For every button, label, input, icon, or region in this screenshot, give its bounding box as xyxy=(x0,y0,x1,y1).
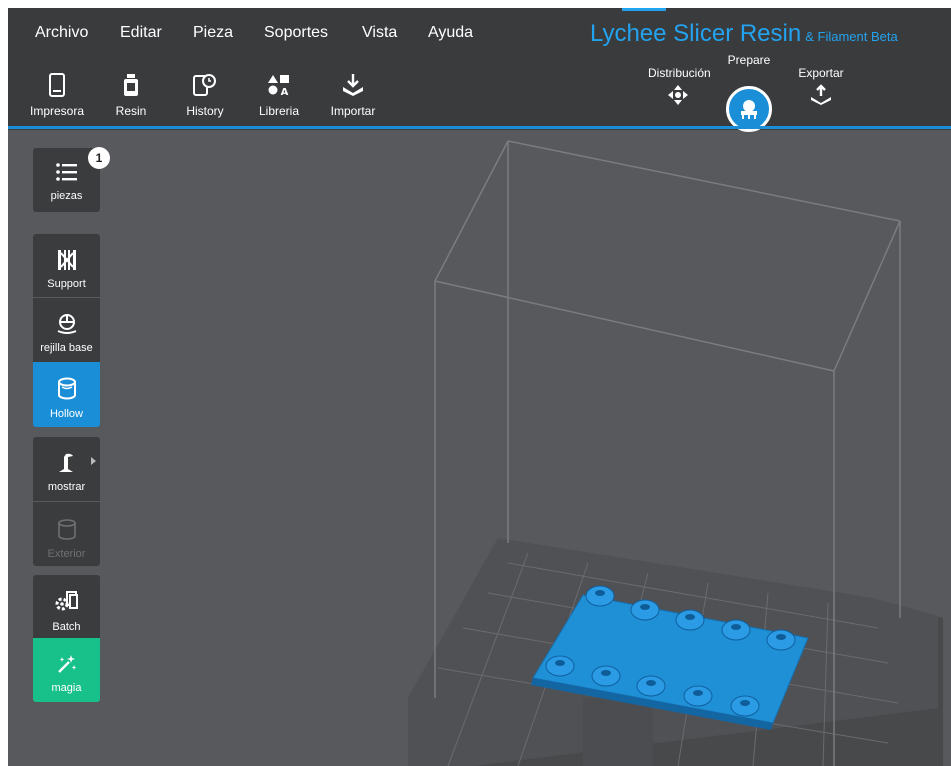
menu-pieza[interactable]: Pieza xyxy=(193,24,233,42)
exterior-button[interactable]: Exterior xyxy=(33,502,100,566)
printer-icon xyxy=(22,68,92,102)
rejilla-base-label: rejilla base xyxy=(40,342,93,354)
mostrar-label: mostrar xyxy=(47,481,86,493)
piezas-label: piezas xyxy=(50,190,83,202)
batch-button[interactable]: Batch xyxy=(33,575,100,638)
magia-label: magia xyxy=(51,682,82,694)
mostrar-button[interactable]: mostrar xyxy=(33,437,100,501)
magic-wand-icon xyxy=(33,638,100,682)
prepare-mode[interactable]: Prepare xyxy=(724,53,774,67)
impresora-label: Impresora xyxy=(29,104,85,118)
resin-label: Resin xyxy=(115,104,147,118)
menu-archivo[interactable]: Archivo xyxy=(35,24,88,42)
app-title-main: Lychee Slicer Resin xyxy=(590,20,802,47)
hollow-label: Hollow xyxy=(49,408,83,420)
topbar-accent-line xyxy=(8,126,951,129)
history-label: History xyxy=(186,104,224,118)
top-bar: Archivo Editar Pieza Soportes Vista Ayud… xyxy=(8,8,951,132)
prepare-icon xyxy=(741,100,757,119)
resin-bottle-icon xyxy=(96,68,166,102)
chevron-right-icon xyxy=(91,457,96,465)
hollow-button[interactable]: Hollow xyxy=(33,362,100,427)
support-label: Support xyxy=(47,278,86,290)
menu-soportes[interactable]: Soportes xyxy=(264,24,328,42)
importar-button[interactable]: Importar xyxy=(318,68,388,118)
printer-arm xyxy=(583,698,653,766)
export-icon xyxy=(791,84,851,111)
exportar-label: Exportar xyxy=(798,66,844,80)
app-title: Lychee Slicer Resin & Filament Beta xyxy=(590,20,898,48)
history-icon xyxy=(170,68,240,102)
exportar-mode[interactable]: Exportar xyxy=(791,66,851,111)
support-icon xyxy=(33,234,100,278)
exterior-label: Exterior xyxy=(47,548,86,560)
impresora-button[interactable]: Impresora xyxy=(22,68,92,118)
batch-icon xyxy=(33,575,100,621)
libreria-label: Libreria xyxy=(258,104,300,118)
app-window: Archivo Editar Pieza Soportes Vista Ayud… xyxy=(8,8,951,766)
move-arrows-icon xyxy=(648,84,708,111)
hollow-icon xyxy=(33,362,100,408)
piezas-count-badge: 1 xyxy=(88,147,110,169)
history-button[interactable]: History xyxy=(170,68,240,118)
menu-ayuda[interactable]: Ayuda xyxy=(428,24,473,42)
resin-button[interactable]: Resin xyxy=(96,68,166,118)
menu-editar[interactable]: Editar xyxy=(120,24,162,42)
distribucion-mode[interactable]: Distribución xyxy=(648,66,711,111)
support-button[interactable]: Support xyxy=(33,234,100,297)
magia-button[interactable]: magia xyxy=(33,638,100,702)
app-title-sub: & Filament Beta xyxy=(805,29,898,44)
distribucion-label: Distribución xyxy=(648,66,711,80)
importar-label: Importar xyxy=(330,104,376,118)
title-accent xyxy=(622,8,666,11)
raft-icon xyxy=(33,298,100,342)
display-icon xyxy=(33,437,100,481)
rejilla-base-button[interactable]: rejilla base xyxy=(33,298,100,362)
menu-vista[interactable]: Vista xyxy=(362,24,397,42)
svg-text:A: A xyxy=(281,87,289,96)
libreria-button[interactable]: A Libreria xyxy=(244,68,314,118)
import-icon xyxy=(318,68,388,102)
prepare-label: Prepare xyxy=(727,53,771,67)
library-icon: A xyxy=(244,68,314,102)
exterior-icon xyxy=(33,502,100,548)
batch-label: Batch xyxy=(52,621,81,633)
